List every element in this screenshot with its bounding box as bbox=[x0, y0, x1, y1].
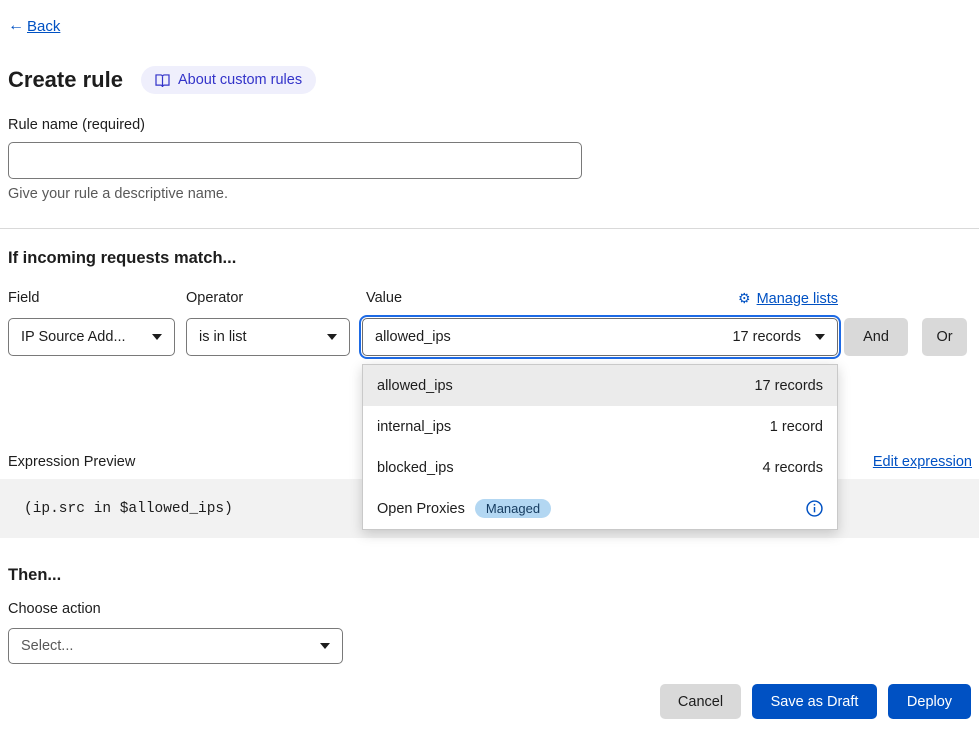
chevron-down-icon bbox=[815, 334, 825, 340]
deploy-button[interactable]: Deploy bbox=[888, 684, 971, 719]
page-title: Create rule bbox=[8, 67, 123, 93]
option-detail: 4 records bbox=[763, 460, 823, 476]
value-select[interactable]: allowed_ips 17 records bbox=[362, 318, 838, 356]
field-select[interactable]: IP Source Add... bbox=[8, 318, 175, 356]
managed-badge: Managed bbox=[475, 499, 551, 518]
back-arrow-icon: ← bbox=[8, 17, 24, 35]
back-link[interactable]: ← Back bbox=[8, 17, 60, 35]
option-name: blocked_ips bbox=[377, 460, 454, 476]
then-section-heading: Then... bbox=[8, 566, 61, 585]
dropdown-option-allowed-ips[interactable]: allowed_ips 17 records bbox=[363, 365, 837, 406]
rule-name-helper: Give your rule a descriptive name. bbox=[8, 186, 228, 202]
info-icon[interactable] bbox=[806, 500, 823, 517]
chevron-down-icon bbox=[327, 334, 337, 340]
action-select[interactable]: Select... bbox=[8, 628, 343, 664]
option-detail: 1 record bbox=[770, 419, 823, 435]
section-divider bbox=[0, 228, 979, 229]
operator-label: Operator bbox=[186, 290, 243, 306]
about-badge-label: About custom rules bbox=[178, 72, 302, 88]
and-button[interactable]: And bbox=[844, 318, 908, 356]
expression-preview-label: Expression Preview bbox=[8, 454, 135, 470]
save-as-draft-button[interactable]: Save as Draft bbox=[752, 684, 877, 719]
expression-code: (ip.src in $allowed_ips) bbox=[24, 501, 233, 517]
rule-name-input[interactable] bbox=[8, 142, 582, 179]
option-name: internal_ips bbox=[377, 419, 451, 435]
rule-name-label: Rule name (required) bbox=[8, 117, 145, 133]
dropdown-option-blocked-ips[interactable]: blocked_ips 4 records bbox=[363, 447, 837, 488]
manage-lists-label: Manage lists bbox=[757, 291, 838, 307]
action-select-placeholder: Select... bbox=[21, 638, 73, 654]
about-custom-rules-link[interactable]: About custom rules bbox=[141, 66, 316, 94]
field-label: Field bbox=[8, 290, 39, 306]
option-name: Open Proxies bbox=[377, 501, 465, 517]
gear-icon: ⚙ bbox=[738, 290, 751, 307]
chevron-down-icon bbox=[320, 643, 330, 649]
cancel-button[interactable]: Cancel bbox=[660, 684, 741, 719]
chevron-down-icon bbox=[152, 334, 162, 340]
option-detail: 17 records bbox=[754, 378, 823, 394]
field-select-value: IP Source Add... bbox=[21, 329, 126, 345]
dropdown-option-open-proxies[interactable]: Open Proxies Managed bbox=[363, 488, 837, 529]
value-select-records: 17 records bbox=[732, 329, 801, 345]
book-icon bbox=[155, 74, 170, 87]
create-rule-page: ← Back Create rule About custom rules Ru… bbox=[0, 0, 979, 739]
manage-lists-link[interactable]: ⚙ Manage lists bbox=[738, 290, 838, 307]
back-label: Back bbox=[27, 18, 60, 35]
title-row: Create rule About custom rules bbox=[8, 66, 316, 94]
match-section-heading: If incoming requests match... bbox=[8, 249, 236, 268]
option-name: allowed_ips bbox=[377, 378, 453, 394]
edit-expression-link[interactable]: Edit expression bbox=[873, 454, 972, 470]
value-select-value: allowed_ips bbox=[375, 329, 451, 345]
operator-select[interactable]: is in list bbox=[186, 318, 350, 356]
value-dropdown-menu: allowed_ips 17 records internal_ips 1 re… bbox=[362, 364, 838, 530]
dropdown-option-internal-ips[interactable]: internal_ips 1 record bbox=[363, 406, 837, 447]
choose-action-label: Choose action bbox=[8, 601, 101, 617]
or-button[interactable]: Or bbox=[922, 318, 967, 356]
value-label: Value bbox=[366, 290, 402, 306]
operator-select-value: is in list bbox=[199, 329, 247, 345]
